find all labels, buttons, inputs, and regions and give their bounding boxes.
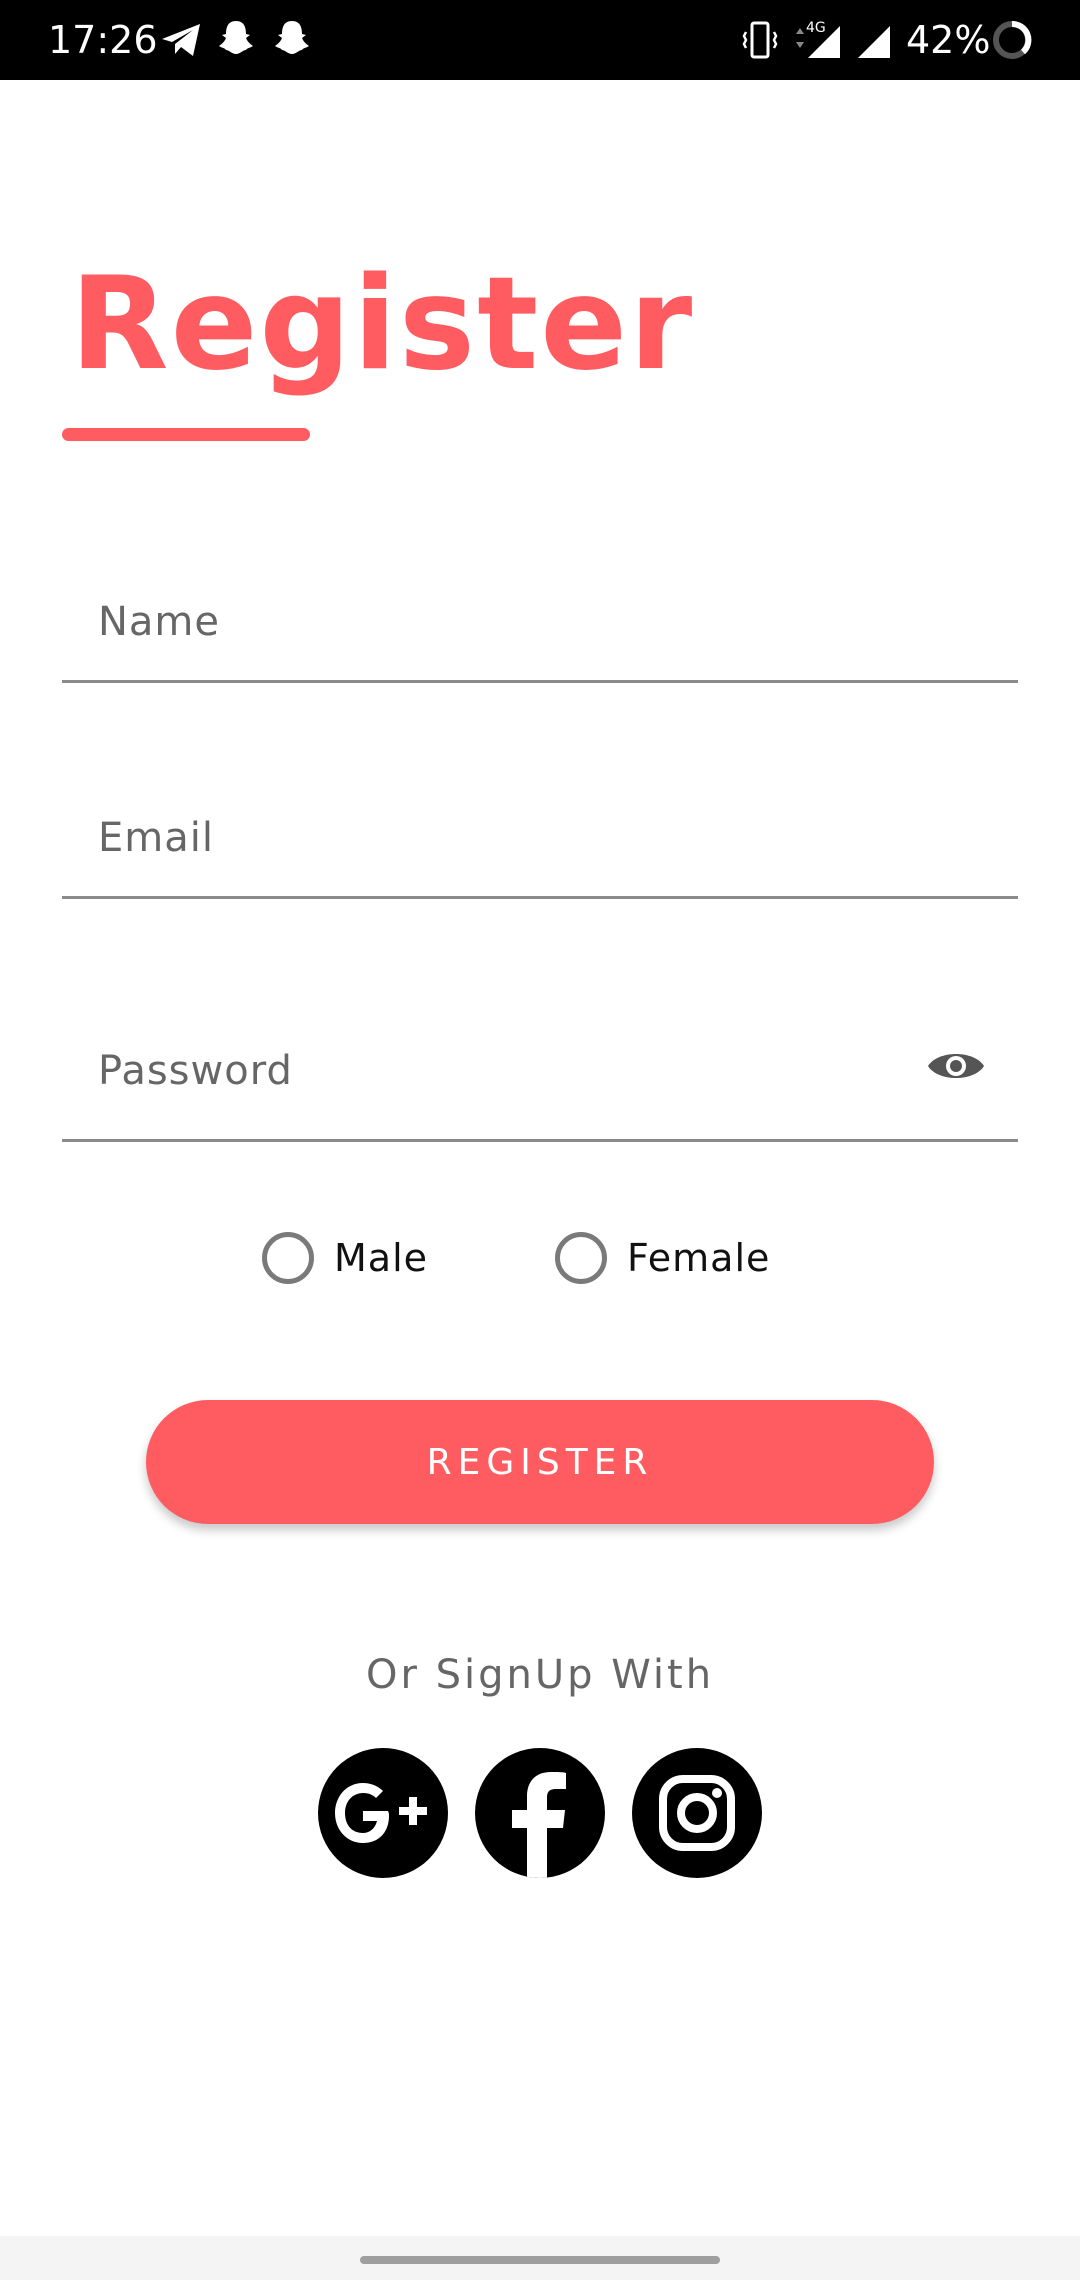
instagram-icon [659, 1775, 735, 1851]
snapchat-icon [219, 21, 253, 54]
radio-female-label[interactable]: Female [627, 1236, 770, 1280]
facebook-icon [512, 1772, 566, 1878]
signal-icon [858, 26, 890, 58]
navigation-bar [0, 2236, 1080, 2280]
google-plus-button[interactable] [318, 1748, 448, 1878]
password-input[interactable] [96, 1000, 916, 1142]
title-underline [62, 428, 310, 441]
battery-ring-icon [993, 20, 1032, 59]
battery-percent: 42% [906, 18, 991, 62]
facebook-button[interactable] [475, 1748, 605, 1878]
snapchat-icon-2 [275, 21, 309, 54]
vibrate-icon [742, 21, 778, 59]
password-field[interactable] [62, 1000, 1018, 1142]
radio-male-label[interactable]: Male [334, 1236, 428, 1280]
status-time: 17:26 [48, 18, 158, 62]
telegram-icon [162, 24, 200, 56]
signal-4g-icon: 4G [796, 20, 840, 58]
social-signup-prompt: Or SignUp With [365, 1652, 715, 1698]
password-field-underline [62, 1139, 1018, 1142]
radio-female[interactable]: Female [555, 1228, 770, 1288]
page-title: Register [70, 250, 695, 399]
register-button[interactable]: REGISTER [146, 1400, 934, 1524]
radio-male-circle[interactable] [262, 1232, 314, 1284]
radio-female-circle[interactable] [555, 1232, 607, 1284]
email-input[interactable] [96, 776, 916, 899]
radio-male[interactable]: Male [262, 1228, 428, 1288]
name-input[interactable] [96, 560, 916, 683]
svg-text:4G: 4G [806, 20, 826, 36]
google-plus-icon [335, 1783, 427, 1843]
status-bar: 17:26 4G 42% [0, 0, 1080, 80]
name-field[interactable] [62, 560, 1018, 683]
name-field-underline [62, 680, 1018, 683]
eye-icon[interactable] [926, 1036, 986, 1096]
email-field[interactable] [62, 776, 1018, 899]
home-gesture-handle[interactable] [360, 2256, 720, 2264]
email-field-underline [62, 896, 1018, 899]
instagram-button[interactable] [632, 1748, 762, 1878]
